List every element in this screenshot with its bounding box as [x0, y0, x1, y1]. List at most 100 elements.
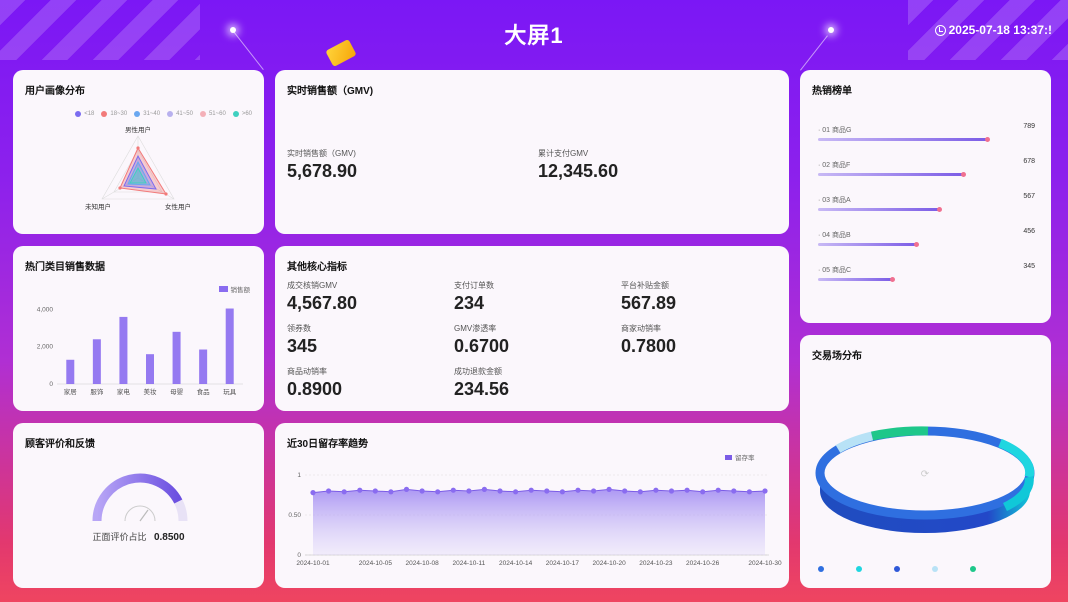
data-point [575, 487, 581, 493]
metric-label: 成交核销GMV [287, 281, 338, 290]
rank-item[interactable]: · 01 商品G 789 [818, 123, 1035, 142]
rank-item[interactable]: · 04 商品B 456 [818, 228, 1035, 247]
data-point [466, 488, 472, 494]
rank-label: · 03 商品A [818, 197, 851, 204]
data-point [435, 489, 441, 495]
bar [119, 316, 128, 384]
retention-card: 近30日留存率趋势 留存率 0 0.50 1 2024-10-01 2024-10-05 2… [275, 423, 789, 588]
metric-value: 5,678.90 [287, 161, 358, 181]
x-tick-label: 2024-10-11 [452, 560, 485, 567]
legend-dot [167, 111, 174, 117]
legend-dot[interactable] [932, 566, 938, 572]
data-point [559, 489, 565, 495]
area-chart: 留存率 0 0.50 1 2024-10-01 2024-10-05 2024-10-08 2… [288, 453, 782, 567]
data-point [326, 488, 332, 494]
card-title: 近30日留存率趋势 [287, 439, 369, 450]
x-tick-label: 2024-10-01 [296, 560, 330, 567]
rank-label: · 01 商品G [818, 127, 852, 134]
category-sales-card: 热门类目销售数据 销售额 0 2,000 4,000 家居 服饰 家电 美妆 母婴 食品 玩具 [13, 246, 264, 411]
hot-rank-card: 热销榜单 · 01 商品G 789 · 02 商品F 678 · 03 商品A 567 · … [800, 70, 1051, 323]
card-title: 其他核心指标 [287, 262, 347, 273]
data-point [388, 489, 394, 495]
legend-swatch [725, 455, 732, 460]
legend-item[interactable]: 18~30 [101, 111, 127, 117]
x-tick-label: 2024-10-26 [686, 560, 720, 567]
feedback-card: 顾客评价和反馈 正面评价占比 0.8500 [13, 423, 264, 588]
bar [92, 339, 101, 384]
y-tick-label: 4,000 [37, 306, 54, 313]
legend-label: 41~50 [176, 111, 193, 117]
data-point [544, 488, 550, 494]
radar-legend: <18 18~30 31~40 41~50 51~60 >60 [25, 111, 252, 117]
x-tick-label: 2024-10-30 [748, 560, 782, 567]
radar-axis-label: 女性用户 [165, 202, 191, 211]
x-tick-label: 服饰 [90, 387, 104, 396]
gauge-caption: 正面评价占比 [92, 532, 147, 542]
legend-label: 18~30 [110, 111, 128, 117]
legend-label: >60 [241, 111, 252, 117]
rank-label: · 02 商品F [818, 162, 851, 169]
rank-bar [818, 172, 967, 177]
legend-item[interactable]: 51~60 [199, 111, 226, 117]
x-tick-label: 2024-10-23 [639, 560, 673, 567]
gmv-card: 实时销售额（GMV) 实时销售额（GMV) 5,678.90 累计支付GMV 1… [275, 70, 789, 234]
data-point [606, 486, 612, 492]
ring-legend [818, 566, 976, 572]
gauge-pointer [139, 509, 149, 522]
ring-center-glyph: ⟳ [921, 469, 930, 480]
legend-dot [134, 111, 141, 117]
y-tick-label: 2,000 [37, 344, 54, 351]
legend-item[interactable]: <18 [75, 111, 94, 117]
datetime-text: 2025-07-18 13:37:! [948, 23, 1052, 37]
gmv-realtime-metric: 实时销售额（GMV) 5,678.90 [287, 148, 357, 182]
data-point [668, 488, 675, 494]
rank-item[interactable]: · 02 商品F 678 [818, 158, 1035, 177]
bar [172, 331, 181, 384]
x-tick-label: 家电 [117, 387, 131, 396]
legend-dot[interactable] [856, 566, 862, 572]
bar-chart: 0 2,000 4,000 家居 服饰 家电 美妆 母婴 食品 玩具 [37, 306, 243, 396]
metric-label: 平台补贴金额 [621, 281, 669, 290]
y-tick-label: 1 [297, 472, 301, 479]
x-tick-label: 玩具 [223, 388, 237, 396]
radar-axis-label: 未知用户 [85, 202, 111, 211]
legend-item[interactable]: 41~50 [167, 111, 193, 117]
card-title: 热销榜单 [812, 86, 852, 97]
rank-item[interactable]: · 03 商品A 567 [818, 193, 1035, 212]
core-metric: 领券数 345 [287, 323, 317, 357]
card-title: 用户画像分布 [25, 86, 85, 97]
rank-item[interactable]: · 05 商品C 345 [818, 263, 1035, 282]
metric-label: 支付订单数 [454, 281, 494, 290]
data-point [372, 488, 378, 494]
core-metric: 成功退款金额 234.56 [454, 366, 509, 400]
legend-dot[interactable] [894, 566, 900, 572]
x-tick-label: 母婴 [170, 388, 184, 396]
rank-value: 567 [1023, 193, 1035, 200]
datetime-display: 2025-07-18 13:37:! [934, 23, 1052, 37]
data-point [653, 487, 659, 493]
card-title: 实时销售额（GMV) [287, 86, 374, 97]
legend-swatch [218, 286, 228, 292]
metric-value: 12,345.60 [538, 161, 619, 181]
legend-dot[interactable] [818, 566, 824, 572]
data-point [357, 487, 363, 493]
data-point [591, 488, 597, 494]
legend-dot[interactable] [970, 566, 976, 572]
metric-label: GMV渗透率 [454, 324, 497, 333]
x-tick-label: 2024-10-14 [499, 560, 533, 567]
gauge-fill [92, 473, 183, 522]
page-title: 大屏1 [504, 23, 564, 48]
data-point [731, 488, 737, 494]
rank-bar [818, 277, 895, 282]
legend-item[interactable]: >60 [232, 111, 252, 117]
metric-value: 234 [454, 293, 485, 313]
bar [146, 354, 154, 384]
data-point [700, 489, 706, 495]
legend-item[interactable]: 31~40 [134, 111, 160, 117]
legend-dot [232, 111, 239, 117]
radar-chart: 男性用户 女性用户 未知用户 [85, 125, 191, 211]
rank-value: 456 [1023, 228, 1035, 235]
rank-value: 678 [1023, 158, 1035, 165]
x-tick-label: 美妆 [144, 387, 158, 396]
gmv-total-metric: 累计支付GMV 12,345.60 [538, 148, 618, 182]
